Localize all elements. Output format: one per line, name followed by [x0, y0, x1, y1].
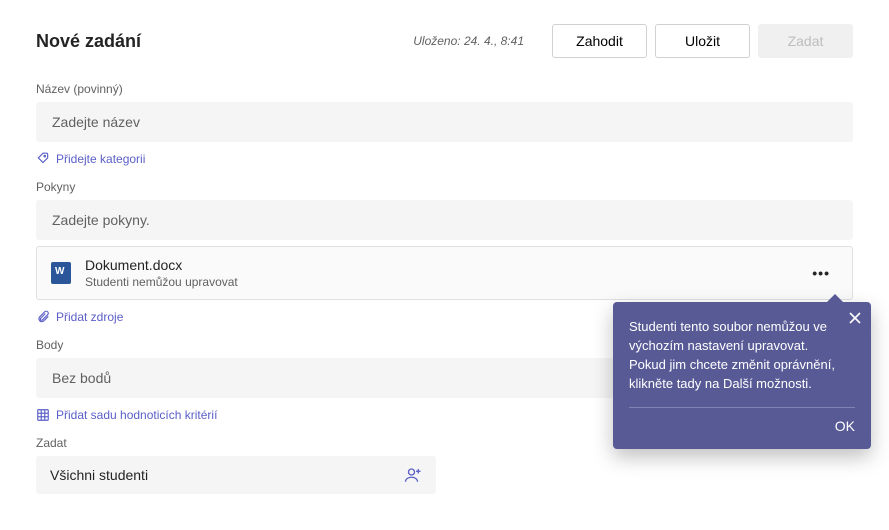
rubric-grid-icon — [36, 408, 50, 422]
instructions-label: Pokyny — [36, 180, 853, 194]
attach-icon — [36, 310, 50, 324]
header: Nové zadání Uloženo: 24. 4., 8:41 Zahodi… — [36, 24, 853, 58]
file-name: Dokument.docx — [85, 257, 790, 273]
tag-icon — [36, 152, 50, 166]
tooltip-ok-button[interactable]: OK — [629, 416, 855, 436]
add-category-label: Přidejte kategorii — [56, 152, 145, 166]
page-title: Nové zadání — [36, 31, 413, 52]
attachment-card: Dokument.docx Studenti nemůžou upravovat… — [36, 246, 853, 300]
close-icon — [849, 312, 861, 324]
assign-to-select[interactable]: Všichni studenti — [36, 456, 436, 494]
add-category-link[interactable]: Přidejte kategorii — [36, 152, 853, 166]
instructions-input[interactable] — [36, 200, 853, 240]
discard-button[interactable]: Zahodit — [552, 24, 647, 58]
file-info: Dokument.docx Studenti nemůžou upravovat — [85, 257, 790, 289]
title-field-label: Název (povinný) — [36, 82, 853, 96]
tooltip-separator — [629, 407, 855, 408]
add-person-icon — [404, 466, 422, 484]
attachment-more-button[interactable]: ••• — [804, 261, 838, 285]
permission-tooltip: Studenti tento soubor nemůžou ve výchozí… — [613, 302, 871, 449]
add-resources-label: Přidat zdroje — [56, 310, 123, 324]
title-input[interactable] — [36, 102, 853, 142]
word-file-icon — [51, 262, 71, 284]
saved-timestamp: Uloženo: 24. 4., 8:41 — [413, 34, 524, 48]
tooltip-body: Studenti tento soubor nemůžou ve výchozí… — [629, 318, 855, 393]
assign-to-value: Všichni studenti — [50, 467, 404, 483]
tooltip-close-button[interactable] — [849, 312, 861, 326]
save-button[interactable]: Uložit — [655, 24, 750, 58]
assign-button: Zadat — [758, 24, 853, 58]
file-permission-text: Studenti nemůžou upravovat — [85, 275, 790, 289]
add-rubric-label: Přidat sadu hodnoticích kritérií — [56, 408, 217, 422]
